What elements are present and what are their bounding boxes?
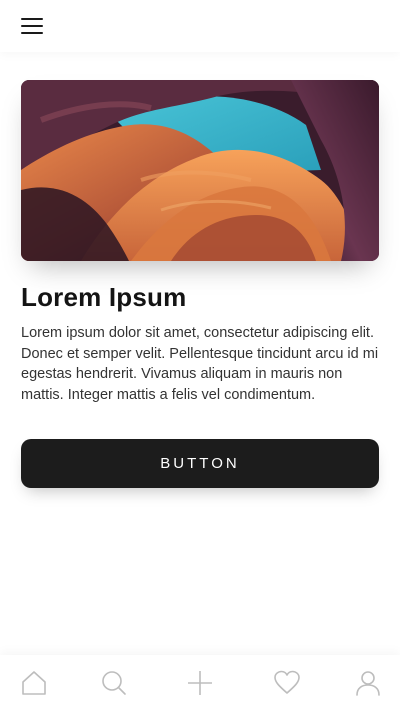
- home-icon[interactable]: [20, 669, 48, 697]
- top-app-bar: [0, 0, 400, 52]
- canyon-photo: [21, 80, 379, 261]
- primary-button[interactable]: BUTTON: [21, 439, 379, 488]
- bottom-tab-bar: [0, 655, 400, 711]
- hamburger-menu-icon[interactable]: [21, 17, 43, 35]
- hero-image: [21, 80, 379, 261]
- user-icon[interactable]: [354, 669, 382, 697]
- heart-icon[interactable]: [273, 669, 301, 697]
- search-icon[interactable]: [100, 669, 128, 697]
- plus-icon[interactable]: [186, 669, 214, 697]
- card-body-text: Lorem ipsum dolor sit amet, consectetur …: [21, 325, 379, 403]
- card-title: Lorem Ipsum: [21, 282, 187, 312]
